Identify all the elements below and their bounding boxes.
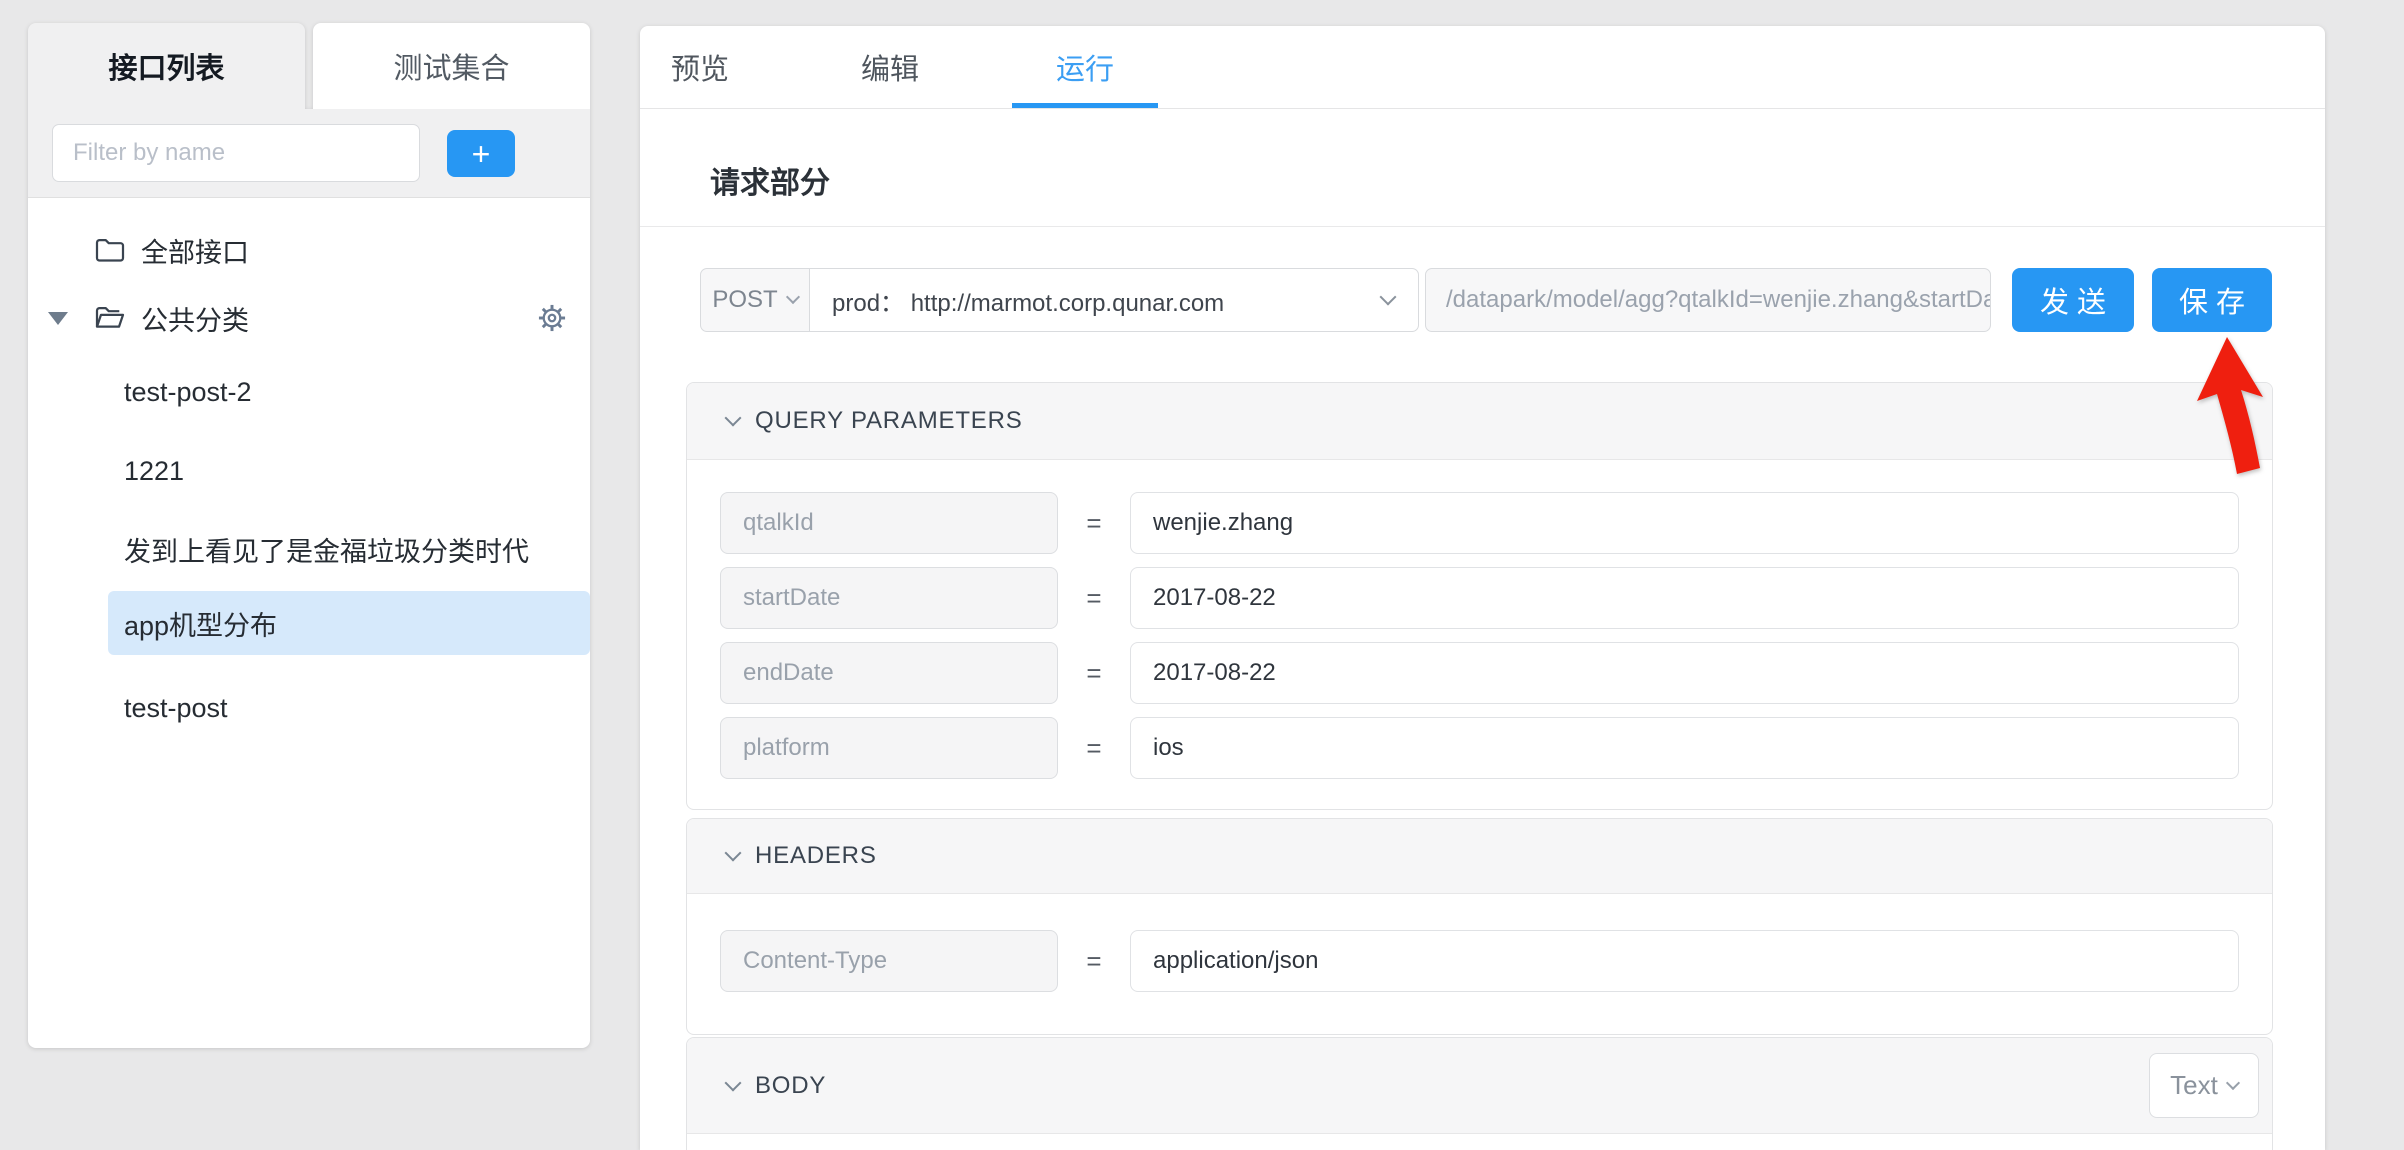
param-row: platform = ios: [720, 717, 2239, 779]
tab-edit-label: 编辑: [861, 46, 919, 88]
equals-sign: =: [1058, 567, 1130, 629]
query-parameters-body: qtalkId = wenjie.zhang startDate = 2017-…: [687, 460, 2272, 779]
param-row: qtalkId = wenjie.zhang: [720, 492, 2239, 554]
chevron-down-icon: [725, 845, 742, 862]
param-value: wenjie.zhang: [1153, 509, 1293, 537]
header-key-value: Content-Type: [743, 947, 887, 975]
param-key-value: platform: [743, 734, 830, 762]
param-value: 2017-08-22: [1153, 584, 1276, 612]
interface-tree: 全部接口 公共分类 test-post-2: [28, 198, 590, 1048]
tree-item-label: 1221: [124, 456, 184, 487]
tree-node-all-interfaces[interactable]: 全部接口: [28, 218, 590, 282]
tree-item-label: app机型分布: [124, 604, 277, 643]
headers-title: HEADERS: [755, 842, 877, 870]
tab-test-collection-label: 测试集合: [393, 45, 509, 87]
headers-body: Content-Type = application/json: [687, 894, 2272, 992]
gear-icon[interactable]: [536, 302, 568, 334]
chevron-down-icon: [786, 290, 800, 304]
tab-run[interactable]: 运行: [1040, 26, 1130, 108]
param-key-value: qtalkId: [743, 509, 814, 537]
api-sidebar: 接口列表 测试集合 + 全部接口 公共分类: [28, 23, 590, 1048]
equals-sign: =: [1058, 930, 1130, 992]
headers-header[interactable]: HEADERS: [687, 819, 2272, 894]
filter-input[interactable]: [52, 124, 420, 182]
query-parameters-title: QUERY PARAMETERS: [755, 407, 1023, 435]
param-value: ios: [1153, 734, 1184, 762]
tree-node-label: 公共分类: [141, 299, 249, 338]
param-key-input[interactable]: qtalkId: [720, 492, 1058, 554]
headers-panel: HEADERS Content-Type = application/json: [686, 818, 2273, 1035]
sidebar-tabs: 接口列表 测试集合: [28, 23, 590, 109]
section-divider: [640, 226, 2325, 227]
param-value: 2017-08-22: [1153, 659, 1276, 687]
tree-item-app-distribution-selected[interactable]: app机型分布: [108, 591, 590, 655]
active-tab-indicator: [1012, 103, 1158, 108]
tree-item-test-post-2[interactable]: test-post-2: [28, 360, 590, 424]
tree-item-1221[interactable]: 1221: [28, 439, 590, 503]
tab-run-label: 运行: [1056, 46, 1114, 88]
param-row: startDate = 2017-08-22: [720, 567, 2239, 629]
tree-item-test-post[interactable]: test-post: [28, 676, 590, 740]
chevron-down-icon: [2226, 1075, 2240, 1089]
add-interface-button[interactable]: +: [447, 130, 515, 177]
param-key-value: endDate: [743, 659, 834, 687]
body-type-select[interactable]: Text: [2149, 1053, 2259, 1118]
request-url-bar: POST prod： http://marmot.corp.qunar.com …: [700, 268, 2272, 332]
param-value-input[interactable]: wenjie.zhang: [1130, 492, 2239, 554]
body-header[interactable]: BODY Text: [687, 1038, 2272, 1134]
request-section-title: 请求部分: [710, 158, 830, 202]
save-button[interactable]: 保 存: [2152, 268, 2272, 332]
equals-sign: =: [1058, 492, 1130, 554]
param-value-input[interactable]: ios: [1130, 717, 2239, 779]
tab-edit[interactable]: 编辑: [845, 26, 935, 108]
method-select[interactable]: POST: [700, 268, 810, 332]
chevron-down-icon: [1380, 289, 1397, 306]
folder-open-icon: [95, 305, 125, 331]
param-key-value: startDate: [743, 584, 840, 612]
tab-preview-label: 预览: [671, 46, 729, 88]
param-row: endDate = 2017-08-22: [720, 642, 2239, 704]
environment-select-value: prod： http://marmot.corp.qunar.com: [832, 283, 1372, 318]
tab-interface-list[interactable]: 接口列表: [28, 23, 305, 109]
tab-test-collection[interactable]: 测试集合: [313, 23, 590, 109]
tree-node-public-category[interactable]: 公共分类: [28, 286, 590, 350]
chevron-down-icon: [725, 410, 742, 427]
header-key-input[interactable]: Content-Type: [720, 930, 1058, 992]
tree-item-label: test-post-2: [124, 377, 252, 408]
request-path-input[interactable]: /datapark/model/agg?qtalkId=wenjie.zhang…: [1425, 268, 1991, 332]
body-panel: BODY Text: [686, 1037, 2273, 1150]
folder-closed-icon: [95, 237, 125, 263]
body-title: BODY: [755, 1072, 826, 1100]
tree-item-label: 发到上看见了是金福垃圾分类时代: [124, 530, 529, 569]
caret-down-icon[interactable]: [48, 312, 68, 325]
request-path-value: /datapark/model/agg?qtalkId=wenjie.zhang…: [1446, 286, 1991, 314]
tree-node-label: 全部接口: [141, 231, 249, 270]
tab-preview[interactable]: 预览: [655, 26, 745, 108]
body-type-value: Text: [2170, 1070, 2218, 1101]
main-tabs: 预览 编辑 运行: [640, 26, 2325, 109]
environment-select[interactable]: prod： http://marmot.corp.qunar.com: [809, 268, 1419, 332]
param-key-input[interactable]: platform: [720, 717, 1058, 779]
param-key-input[interactable]: endDate: [720, 642, 1058, 704]
param-value-input[interactable]: 2017-08-22: [1130, 567, 2239, 629]
tab-interface-list-label: 接口列表: [108, 45, 224, 87]
header-value-input[interactable]: application/json: [1130, 930, 2239, 992]
tree-item-label: test-post: [124, 693, 228, 724]
equals-sign: =: [1058, 642, 1130, 704]
sidebar-filter-bar: +: [28, 109, 590, 198]
query-parameters-header[interactable]: QUERY PARAMETERS: [687, 383, 2272, 460]
query-parameters-panel: QUERY PARAMETERS qtalkId = wenjie.zhang …: [686, 382, 2273, 810]
request-panel: 预览 编辑 运行 请求部分 POST prod： http://marmot.c…: [640, 26, 2325, 1150]
method-select-value: POST: [712, 286, 777, 314]
tree-item-long-name[interactable]: 发到上看见了是金福垃圾分类时代: [28, 517, 590, 581]
chevron-down-icon: [725, 1074, 742, 1091]
header-value: application/json: [1153, 947, 1318, 975]
param-value-input[interactable]: 2017-08-22: [1130, 642, 2239, 704]
send-button[interactable]: 发 送: [2012, 268, 2134, 332]
param-key-input[interactable]: startDate: [720, 567, 1058, 629]
header-row: Content-Type = application/json: [720, 930, 2239, 992]
equals-sign: =: [1058, 717, 1130, 779]
